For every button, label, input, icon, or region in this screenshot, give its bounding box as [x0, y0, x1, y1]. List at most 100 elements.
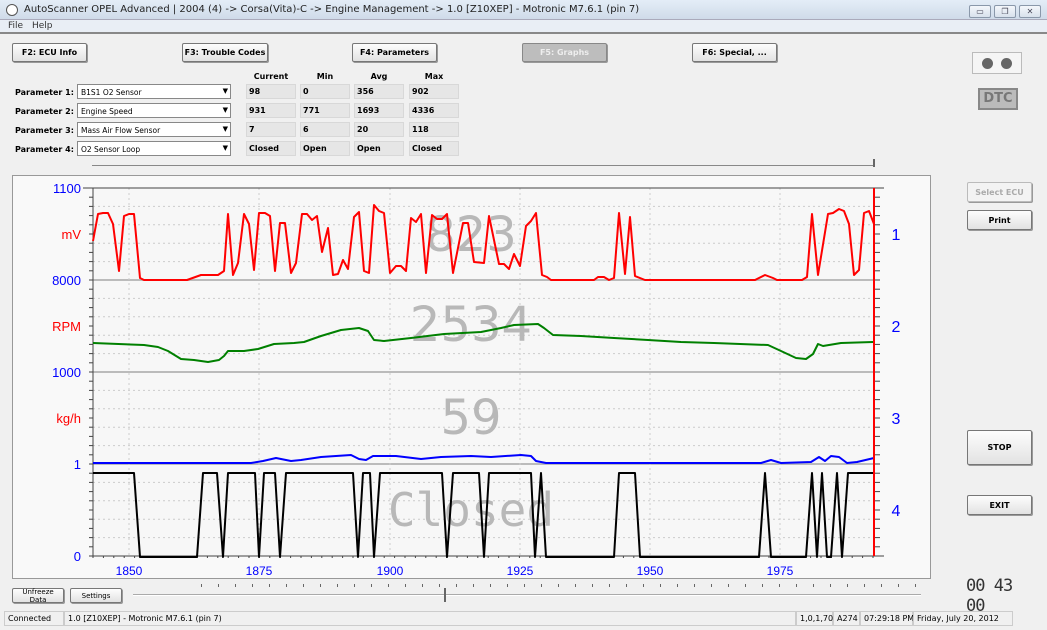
y-axis-label: 8000	[52, 273, 81, 288]
tab-parameters[interactable]: F4: Parameters	[352, 43, 437, 62]
print-button[interactable]: Print	[967, 210, 1032, 230]
close-button[interactable]: ✕	[1019, 5, 1041, 18]
parameter-min-value: 771	[300, 103, 350, 118]
parameter-avg-value: 1693	[354, 103, 404, 118]
parameter-label: Parameter 2:	[15, 107, 74, 116]
select-ecu-button[interactable]: Select ECU	[967, 182, 1032, 202]
parameter-select[interactable]: O2 Sensor Loop ▼	[77, 141, 231, 156]
y-axis-label: 1100	[53, 181, 81, 196]
connection-leds	[972, 52, 1022, 74]
band-number: 3	[892, 411, 901, 428]
minimize-button[interactable]: ▭	[969, 5, 991, 18]
chevron-down-icon[interactable]: ▼	[223, 125, 228, 133]
slider-tick	[762, 584, 763, 587]
status-date: Friday, July 20, 2012	[913, 611, 1013, 626]
slider-tick	[235, 584, 236, 587]
exit-button[interactable]: EXIT	[967, 495, 1032, 515]
data-slider-thumb[interactable]	[444, 588, 446, 602]
parameter-label: Parameter 3:	[15, 126, 74, 135]
slider-tick	[745, 584, 746, 587]
chevron-down-icon[interactable]: ▼	[223, 144, 228, 152]
slider-tick	[269, 584, 270, 587]
slider-tick	[796, 584, 797, 587]
graph-canvas: 1850 1875 1900 1925 1950 1975823253459Closed1…	[52, 181, 901, 578]
slider-tick	[626, 584, 627, 587]
band-number: 1	[892, 227, 901, 244]
slider-tick	[847, 584, 848, 587]
parameter-avg-value: 356	[354, 84, 404, 99]
parameter-select[interactable]: Mass Air Flow Sensor ▼	[77, 122, 231, 137]
chevron-down-icon[interactable]: ▼	[223, 106, 228, 114]
tab-ecu-info[interactable]: F2: ECU Info	[12, 43, 87, 62]
parameter-select[interactable]: B1S1 O2 Sensor ▼	[77, 84, 231, 99]
x-tick-label: 1950	[637, 564, 664, 578]
x-tick-label: 1850	[116, 564, 143, 578]
chevron-down-icon[interactable]: ▼	[223, 87, 228, 95]
slider-tick	[201, 584, 202, 587]
stop-button[interactable]: STOP	[967, 430, 1032, 465]
parameter-avg-value: 20	[354, 122, 404, 137]
overlay-value: 823	[425, 207, 517, 263]
header-max: Max	[424, 72, 444, 81]
parameter-avg-value: Open	[354, 141, 404, 156]
menu-bar: File Help	[0, 20, 1047, 34]
slider-tick	[524, 584, 525, 587]
y-axis-label: 0	[74, 549, 81, 564]
parameter-select-value: Engine Speed	[81, 107, 133, 116]
slider-tick	[422, 584, 423, 587]
restore-button[interactable]: ❐	[994, 5, 1016, 18]
window-title: AutoScanner OPEL Advanced | 2004 (4) -> …	[24, 4, 640, 15]
parameter-select-value: O2 Sensor Loop	[81, 145, 141, 154]
slider-tick	[813, 584, 814, 587]
slider-tick	[354, 584, 355, 587]
band-number: 2	[892, 319, 901, 336]
parameter-select[interactable]: Engine Speed ▼	[77, 103, 231, 118]
slider-tick	[473, 584, 474, 587]
graph-panel: 1850 1875 1900 1925 1950 1975 823 2534 59 Closed 1…	[12, 175, 931, 579]
unfreeze-data-button[interactable]: Unfreeze Data	[12, 588, 64, 604]
slider-tick	[864, 584, 865, 587]
status-ecu: 1.0 [Z10XEP] - Motronic M7.6.1 (pin 7)	[64, 611, 796, 626]
parameter-current-value: 931	[246, 103, 296, 118]
slider-tick	[694, 584, 695, 587]
parameter-label: Parameter 4:	[15, 145, 74, 154]
x-tick-label: 1900	[377, 564, 404, 578]
parameter-current-value: 98	[246, 84, 296, 99]
parameter-max-value: 118	[409, 122, 459, 137]
data-slider-track[interactable]	[133, 594, 921, 596]
status-code: A274	[833, 611, 860, 626]
menu-file[interactable]: File	[8, 21, 23, 31]
tab-trouble-codes[interactable]: F3: Trouble Codes	[182, 43, 268, 62]
slider-tick	[677, 584, 678, 587]
header-current: Current	[253, 72, 289, 81]
time-scroll-handle[interactable]	[873, 159, 875, 167]
parameter-select-value: Mass Air Flow Sensor	[81, 126, 161, 135]
slider-tick	[592, 584, 593, 587]
tab-special[interactable]: F6: Special, ...	[692, 43, 777, 62]
slider-tick	[286, 584, 287, 587]
led-icon	[982, 58, 993, 69]
led-icon	[1001, 58, 1012, 69]
parameter-min-value: 0	[300, 84, 350, 99]
parameter-max-value: 4336	[409, 103, 459, 118]
slider-tick	[303, 584, 304, 587]
slider-tick	[541, 584, 542, 587]
status-connection: Connected	[4, 611, 64, 626]
slider-tick	[507, 584, 508, 587]
parameter-current-value: Closed	[246, 141, 296, 156]
parameter-label: Parameter 1:	[15, 88, 74, 97]
parameter-current-value: 7	[246, 122, 296, 137]
status-version: 1,0,1,70	[796, 611, 833, 626]
settings-button[interactable]: Settings	[70, 588, 122, 603]
parameter-select-value: B1S1 O2 Sensor	[81, 88, 142, 97]
slider-tick	[660, 584, 661, 587]
time-scroll-track[interactable]	[92, 165, 874, 166]
slider-tick	[575, 584, 576, 587]
status-time: 07:29:18 PM	[860, 611, 914, 626]
slider-tick	[388, 584, 389, 587]
menu-help[interactable]: Help	[32, 21, 53, 31]
overlay-value: Closed	[388, 483, 554, 537]
x-tick-label: 1925	[507, 564, 534, 578]
x-tick-label: 1875	[246, 564, 273, 578]
tab-graphs[interactable]: F5: Graphs	[522, 43, 607, 62]
